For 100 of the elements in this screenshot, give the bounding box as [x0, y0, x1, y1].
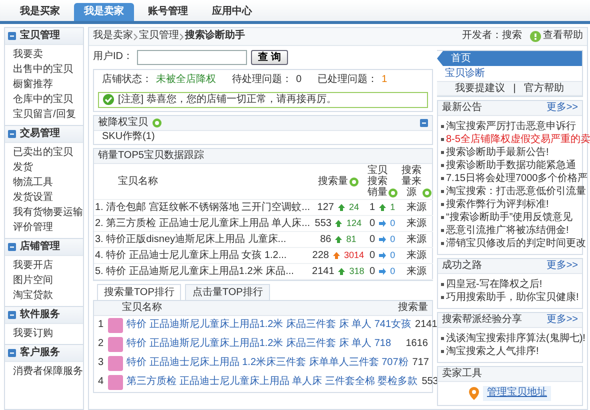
column-header: 宝贝名称	[118, 176, 158, 186]
bullet-icon	[441, 190, 444, 193]
collapse-icon	[8, 311, 16, 319]
source-link[interactable]: 来源	[406, 234, 426, 244]
source-link[interactable]: 来源	[406, 266, 426, 276]
tool-button[interactable]: 管理宝贝地址	[483, 386, 551, 400]
sidebar-item[interactable]: 消费者保障服务	[5, 364, 83, 379]
side-nav-item[interactable]: 宝贝诊断	[437, 66, 582, 81]
count-value: 0	[370, 264, 376, 278]
sidebar-item[interactable]: 仓库中的宝贝	[5, 92, 83, 107]
news-link[interactable]: 7.15日将会处理7000多个价格严	[446, 173, 588, 184]
nav-tab[interactable]: 应用中心	[202, 3, 262, 21]
column-header: 宝贝搜索销量	[366, 164, 388, 198]
change-value: 124	[346, 216, 362, 230]
more-link[interactable]: 更多>>	[546, 314, 578, 326]
news-link[interactable]: 8-5全店铺降权虚假交易严重的卖	[446, 134, 590, 145]
sidebar-item[interactable]: 出售中的宝贝	[5, 62, 83, 77]
change-value: 81	[346, 232, 356, 246]
bullet-icon	[441, 176, 444, 180]
sidebar-item[interactable]: 我要订购	[5, 326, 83, 341]
sidebar-item[interactable]: 评价管理	[5, 220, 83, 235]
side-nav-item[interactable]: 首页	[437, 51, 582, 66]
up-arrow-icon	[335, 220, 342, 226]
breadcrumb-item[interactable]: 我是卖家	[93, 30, 133, 43]
sidebar-item[interactable]: 我要卖	[5, 47, 83, 62]
item-link[interactable]: 3. 特价正版disney迪斯尼床上用品 儿童床...	[95, 234, 286, 244]
bullet-icon	[441, 216, 444, 219]
news-link[interactable]: 搜索诊断助手最新公告!	[446, 147, 549, 158]
up-arrow-icon	[338, 204, 345, 210]
source-link[interactable]: 来源	[406, 250, 426, 260]
side-link[interactable]: 我要提建议	[455, 83, 506, 94]
breadcrumb-item[interactable]: 宝贝管理	[139, 30, 179, 43]
news-link[interactable]: “搜索诊断助手”使用反馈意见	[446, 212, 573, 223]
sidebar-item[interactable]: 发货	[5, 160, 83, 175]
item-link[interactable]: 特价 正品迪斯尼儿童床上用品1.2米 床品三件套 床 单人 741女孩	[126, 318, 412, 332]
news-link[interactable]: 巧用搜索助手，助你宝贝健康!	[446, 292, 579, 303]
rank-number: 1	[98, 318, 104, 332]
news-link[interactable]: 淘宝搜索严厉打击恶意申诉行	[446, 121, 576, 132]
right-arrow-icon	[379, 252, 386, 258]
item-link[interactable]: 第三方质检 正品迪士尼儿童床上用品 单人床 三件套全棉 婴检多款	[126, 376, 418, 388]
product-photo-placeholder	[108, 318, 123, 332]
count-value: 0	[370, 248, 376, 262]
item-link[interactable]: 2. 第三方质检 正品迪士尼儿童床上用品 单人床...	[95, 218, 310, 228]
change-value: 0	[390, 232, 396, 246]
bullet-icon	[441, 350, 444, 353]
sidebar-item[interactable]: 我要开店	[5, 258, 83, 273]
more-link[interactable]: 更多>>	[546, 102, 578, 114]
column-header: 搜索量	[398, 302, 428, 314]
change-value: 0	[390, 248, 396, 262]
sidebar-item[interactable]: 图片空间	[5, 273, 83, 288]
side-link[interactable]: 官方帮助	[524, 83, 564, 94]
panel-title: 被降权宝贝	[98, 116, 148, 130]
help-link[interactable]: 查看帮助	[543, 30, 583, 43]
bullet-icon	[441, 336, 444, 340]
user-id-label: 用户ID：	[93, 51, 133, 64]
sidebar-item[interactable]: 发货设置	[5, 190, 83, 205]
panel-title: 搜索帮派经验分享	[442, 314, 522, 326]
nav-tab[interactable]: 我是买家	[10, 3, 70, 21]
item-link[interactable]: 1. 清仓包邮 宫廷纹帐不锈钢落地 三开门空调蚊...	[95, 202, 310, 212]
demoted-item[interactable]: SKU作弊(1)	[102, 131, 155, 142]
sidebar-item[interactable]: 橱窗推荐	[5, 77, 83, 92]
news-link[interactable]: 淘宝搜索：打击恶意低价引流量	[446, 186, 586, 197]
news-link[interactable]: 搜索作弊行为评判标准!	[446, 199, 549, 210]
count-value: 0	[370, 216, 376, 230]
panel-title: 成功之路	[442, 260, 482, 272]
sidebar-item[interactable]: 物流工具	[5, 175, 83, 190]
bullet-icon	[441, 282, 444, 286]
news-link[interactable]: 浅谈淘宝搜索排序算法(鬼脚七)!	[446, 333, 586, 344]
sidebar-item[interactable]: 宝贝留言/回复	[5, 107, 83, 122]
source-link[interactable]: 来源	[406, 218, 426, 228]
product-photo-placeholder	[108, 356, 123, 370]
news-link[interactable]: 恶意引流推广将被冻结佣金!	[446, 225, 569, 236]
news-link[interactable]: 四皇冠-写在降权之后!	[446, 279, 542, 290]
sidebar-item[interactable]: 我有货物要运输	[5, 205, 83, 220]
status-value: 未被全店降权	[156, 74, 216, 86]
bullet-icon	[441, 164, 444, 167]
up-arrow-icon	[332, 252, 340, 258]
item-link[interactable]: 4. 特价 正品迪士尼儿童床上用品 女孩 1.2...	[95, 250, 287, 260]
item-link[interactable]: 5. 特价 正品迪斯尼儿童床上用品1.2米 床品...	[95, 266, 294, 276]
item-link[interactable]: 特价 正品迪士尼床上用品 1.2米床三件套 床单单人三件套 707粉	[126, 356, 408, 370]
ranking-tab[interactable]: 搜索量TOP排行	[97, 284, 182, 300]
ranking-tab[interactable]: 点击量TOP排行	[185, 284, 270, 300]
user-id-field[interactable]	[137, 50, 247, 65]
nav-tab[interactable]: 账号管理	[138, 3, 198, 21]
chevron-icon	[179, 32, 185, 40]
collapse-icon	[8, 32, 16, 40]
news-link[interactable]: 滞销宝贝修改后的判定时间更改	[446, 238, 586, 249]
news-link[interactable]: 搜索诊断助手数据功能紧急通	[446, 160, 576, 171]
item-link[interactable]: 特价 正品迪斯尼儿童床上用品1.2米 床品三件套 床 单人 718	[126, 338, 392, 350]
check-icon	[103, 94, 114, 106]
count-value: 0	[370, 232, 376, 246]
source-link[interactable]: 来源	[406, 202, 426, 212]
more-link[interactable]: 更多>>	[546, 260, 578, 272]
query-button[interactable]: 查 询	[251, 50, 288, 65]
news-link[interactable]: 淘宝搜索之人气排序!	[446, 346, 539, 357]
product-photo-placeholder	[108, 336, 123, 352]
up-arrow-icon	[379, 204, 386, 210]
sidebar-item[interactable]: 淘宝贷款	[5, 288, 83, 303]
rank-number: 4	[98, 376, 104, 388]
sidebar-item[interactable]: 已卖出的宝贝	[5, 145, 83, 160]
